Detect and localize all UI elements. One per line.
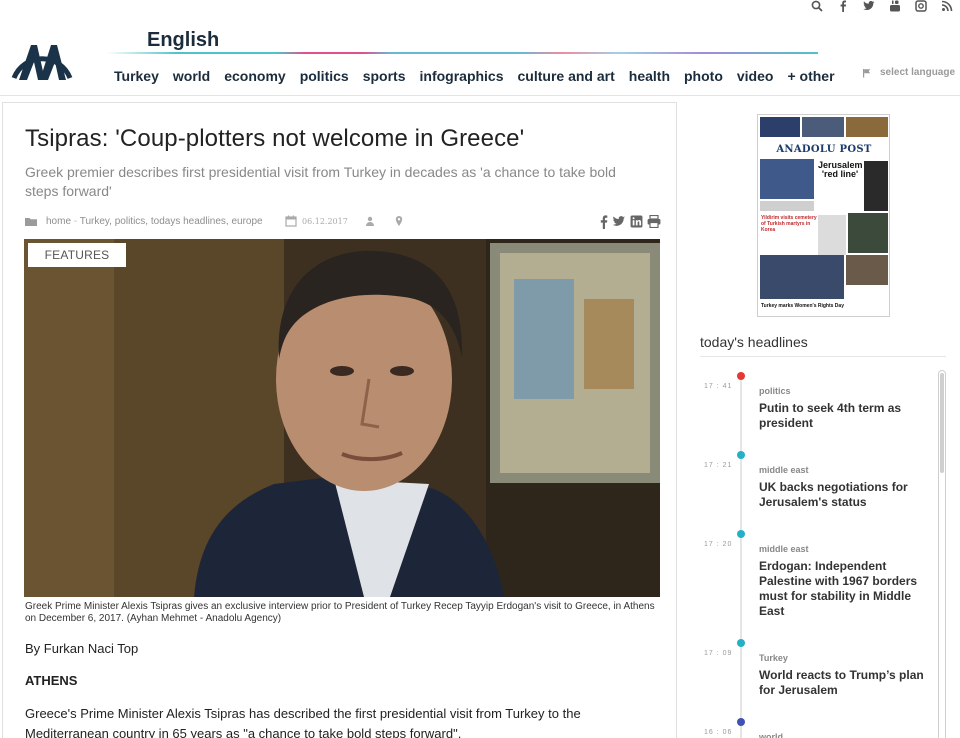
headline-text[interactable]: World reacts to Trump’s plan for Jerusal…	[759, 668, 935, 698]
article-photo[interactable]: FEATURES	[24, 239, 660, 597]
select-language-label: select language	[880, 67, 956, 78]
nav-item-health[interactable]: health	[622, 68, 677, 84]
photo-caption: Greek Prime Minister Alexis Tsipras give…	[25, 601, 655, 624]
headline-time: 16 : 06	[704, 729, 733, 736]
print-icon[interactable]	[647, 215, 661, 228]
headline-time: 17 : 21	[704, 462, 733, 469]
site-header: English Turkey world economy politics sp…	[0, 0, 960, 96]
article-title: Tsipras: 'Coup-plotters not welcome in G…	[25, 125, 525, 152]
share-twitter-icon[interactable]	[612, 215, 626, 228]
calendar-icon	[285, 215, 297, 227]
headline-text[interactable]: UK backs negotiations for Jerusalem's st…	[759, 480, 935, 510]
headline-dot	[737, 372, 745, 380]
nav-item-infographics[interactable]: infographics	[413, 68, 511, 84]
headline-category[interactable]: world	[759, 732, 783, 738]
newspaper-red-story: Yildirim visits cemetery of Turkish mart…	[761, 215, 817, 233]
breadcrumb-tags[interactable]: Turkey, politics, todays headlines, euro…	[80, 216, 263, 227]
dateline: ATHENS	[25, 673, 78, 688]
scrollbar-thumb[interactable]	[940, 373, 944, 473]
headline-dot	[737, 718, 745, 726]
headlines-divider	[700, 356, 946, 357]
headline-time: 17 : 41	[704, 383, 733, 390]
nav-item-video[interactable]: video	[730, 68, 781, 84]
folder-icon	[25, 218, 37, 226]
sidebar: ANADOLU POST Jerusalem 'red line' Yildir…	[680, 102, 960, 738]
newspaper-thumbnail[interactable]: ANADOLU POST Jerusalem 'red line' Yildir…	[757, 114, 890, 317]
edition-label[interactable]: English	[147, 29, 219, 52]
headline-time: 17 : 09	[704, 650, 733, 657]
article-body: Greece's Prime Minister Alexis Tsipras h…	[25, 706, 581, 738]
main-nav: Turkey world economy politics sports inf…	[106, 64, 842, 88]
share-linkedin-icon[interactable]	[630, 215, 643, 228]
todays-headlines-title: today's headlines	[700, 334, 808, 350]
article-subtitle: Greek premier describes first presidenti…	[25, 164, 616, 199]
features-badge: FEATURES	[28, 243, 126, 267]
share-bar	[599, 215, 661, 229]
aa-logo[interactable]	[10, 28, 74, 84]
user-icon	[366, 216, 374, 226]
nav-item-world[interactable]: world	[166, 68, 217, 84]
nav-item-culture-and-art[interactable]: culture and art	[511, 68, 622, 84]
share-facebook-icon[interactable]	[599, 215, 608, 229]
newspaper-headline: Jerusalem 'red line'	[818, 160, 863, 179]
breadcrumb-separator: -	[71, 216, 80, 227]
nav-item-other[interactable]: + other	[780, 68, 841, 84]
nav-color-bar	[106, 52, 818, 54]
article-column: Tsipras: 'Coup-plotters not welcome in G…	[2, 102, 677, 738]
headline-dot	[737, 530, 745, 538]
headline-category[interactable]: middle east	[759, 544, 809, 554]
headline-category[interactable]: middle east	[759, 465, 809, 475]
article-meta: home - Turkey, politics, todays headline…	[25, 215, 661, 229]
language-selector[interactable]: select language	[862, 67, 955, 78]
nav-item-politics[interactable]: politics	[293, 68, 356, 84]
location-pin-icon	[395, 216, 403, 226]
nav-item-photo[interactable]: photo	[677, 68, 730, 84]
nav-item-turkey[interactable]: Turkey	[106, 68, 166, 84]
headline-text[interactable]: Putin to seek 4th term as president	[759, 401, 935, 431]
nav-item-sports[interactable]: sports	[356, 68, 413, 84]
headline-category[interactable]: Turkey	[759, 653, 788, 663]
headlines-timeline	[740, 377, 742, 738]
breadcrumb: home - Turkey, politics, todays headline…	[46, 216, 263, 227]
flag-icon	[863, 68, 871, 77]
breadcrumb-home[interactable]: home	[46, 216, 71, 227]
headline-text[interactable]: Erdogan: Independent Palestine with 1967…	[759, 559, 935, 619]
headline-dot	[737, 451, 745, 459]
nav-item-economy[interactable]: economy	[217, 68, 292, 84]
headline-category[interactable]: politics	[759, 386, 791, 396]
byline: By Furkan Naci Top	[25, 641, 139, 656]
headline-dot	[737, 639, 745, 647]
headline-time: 17 : 20	[704, 541, 733, 548]
newspaper-masthead: ANADOLU POST	[776, 144, 872, 155]
newspaper-footer-story: Turkey marks Women's Rights Day	[761, 303, 844, 309]
article-date: 06.12.2017	[302, 217, 348, 226]
headlines-scrollbar[interactable]	[938, 370, 946, 738]
